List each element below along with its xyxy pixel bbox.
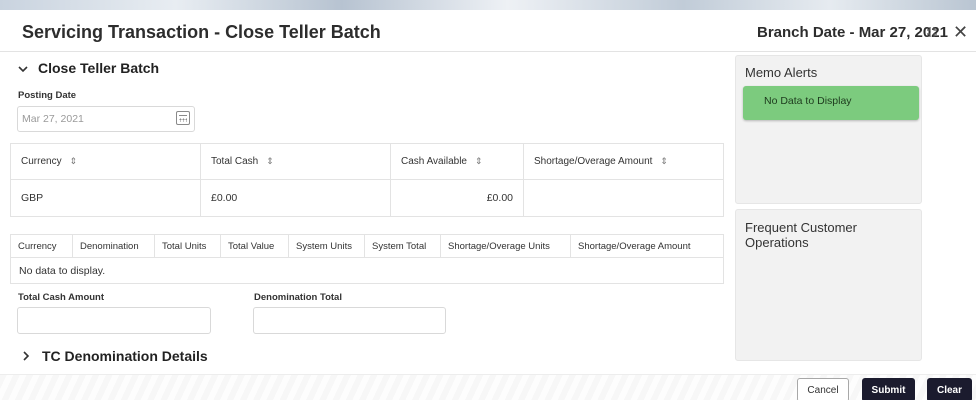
section-title: Close Teller Batch: [38, 60, 160, 76]
memo-alerts-title: Memo Alerts: [745, 65, 818, 80]
col-header-shortage-overage-amount: Shortage/Overage Amount: [570, 234, 724, 258]
posting-date-value: Mar 27, 2021: [22, 113, 84, 125]
sidebar: Memo Alerts No Data to Display Frequent …: [733, 52, 976, 400]
frequent-operations-title: Frequent Customer Operations: [745, 220, 857, 250]
sort-icon[interactable]: ⇕: [70, 156, 78, 166]
close-icon[interactable]: ✕: [953, 22, 968, 43]
shrink-icon[interactable]: [926, 26, 938, 39]
posting-date-label: Posting Date: [18, 90, 77, 101]
tc-denomination-section-header[interactable]: TC Denomination Details: [22, 348, 208, 364]
table-row: GBP £0.00 £0.00: [10, 179, 724, 217]
memo-alert-empty: No Data to Display: [743, 86, 919, 120]
main-content: Close Teller Batch Posting Date Mar 27, …: [0, 52, 733, 400]
close-teller-batch-section-header[interactable]: Close Teller Batch: [18, 60, 159, 76]
cell-shortage-overage[interactable]: [523, 179, 724, 217]
sort-icon[interactable]: ⇕: [266, 156, 274, 166]
denomination-header-row: Currency Denomination Total Units Total …: [10, 234, 724, 258]
total-cash-amount-input[interactable]: [17, 307, 211, 334]
col-header-shortage-overage-amount[interactable]: Shortage/Overage Amount ⇕: [523, 143, 724, 180]
chevron-right-icon: [22, 350, 38, 364]
memo-alerts-card: Memo Alerts No Data to Display: [735, 55, 922, 204]
cash-table: Currency ⇕ Total Cash ⇕ Cash Available ⇕ Sh…: [10, 143, 724, 217]
tc-section-title: TC Denomination Details: [42, 348, 208, 364]
cell-currency: GBP: [10, 179, 201, 217]
col-header-denomination: Denomination: [72, 234, 155, 258]
empty-table-message: No data to display.: [10, 257, 724, 284]
col-header-cash-available[interactable]: Cash Available ⇕: [390, 143, 524, 180]
col-header-shortage-overage-units: Shortage/Overage Units: [440, 234, 571, 258]
col-header-currency[interactable]: Currency ⇕: [10, 143, 201, 180]
chevron-down-icon: [18, 62, 34, 76]
denomination-total-label: Denomination Total: [254, 292, 342, 303]
total-cash-amount-label: Total Cash Amount: [18, 292, 105, 303]
denomination-total-input[interactable]: [253, 307, 446, 334]
table-row: No data to display.: [10, 257, 724, 284]
clear-button[interactable]: Clear: [927, 378, 972, 400]
col-header-total-value: Total Value: [220, 234, 289, 258]
col-header-currency: Currency: [10, 234, 73, 258]
sort-icon[interactable]: ⇕: [660, 156, 668, 166]
col-header-system-units: System Units: [288, 234, 365, 258]
col-header-total-cash[interactable]: Total Cash ⇕: [200, 143, 391, 180]
submit-button[interactable]: Submit: [862, 378, 915, 400]
col-header-total-units: Total Units: [154, 234, 221, 258]
col-header-system-total: System Total: [364, 234, 441, 258]
cell-cash-available: £0.00: [390, 179, 524, 217]
branch-date: Branch Date - Mar 27, 2021: [757, 24, 948, 41]
denomination-table: Currency Denomination Total Units Total …: [10, 234, 724, 284]
sort-icon[interactable]: ⇕: [475, 156, 483, 166]
top-banner: [0, 0, 976, 10]
cell-total-cash: £0.00: [200, 179, 391, 217]
frequent-operations-card: Frequent Customer Operations: [735, 209, 922, 361]
posting-date-input[interactable]: Mar 27, 2021: [17, 106, 195, 132]
page-header: Servicing Transaction - Close Teller Bat…: [0, 10, 976, 52]
cash-table-header-row: Currency ⇕ Total Cash ⇕ Cash Available ⇕ Sh…: [10, 143, 724, 180]
calendar-icon[interactable]: [176, 111, 190, 125]
page-title: Servicing Transaction - Close Teller Bat…: [22, 22, 381, 42]
cancel-button[interactable]: Cancel: [797, 378, 849, 400]
